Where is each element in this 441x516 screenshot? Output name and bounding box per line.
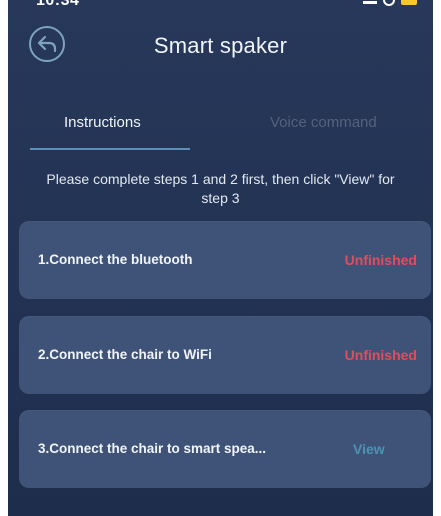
page-title: Smart spaker	[153, 33, 288, 58]
step-card-wifi[interactable]: 2.Connect the chair to WiFi Unfinished	[19, 316, 431, 394]
tab-bar: Instructions Voice command	[8, 104, 433, 152]
step-label: 3.Connect the chair to smart spea...	[38, 441, 267, 456]
step-label: 1.Connect the bluetooth	[38, 252, 193, 267]
step-status-unfinished: Unfinished	[344, 347, 417, 363]
status-icons	[363, 0, 417, 6]
smart-speaker-screen: 10:34 Smart spaker Instructions Voice co…	[8, 0, 433, 516]
status-bar: 10:34	[8, 0, 433, 10]
step-status-unfinished: Unfinished	[344, 252, 417, 268]
wifi-icon	[383, 0, 395, 6]
tab-voice-command[interactable]: Voice command	[270, 114, 377, 131]
instruction-hint: Please complete steps 1 and 2 first, the…	[46, 171, 395, 206]
tab-instructions[interactable]: Instructions	[64, 114, 141, 131]
header: Smart spaker	[8, 18, 433, 74]
status-time: 10:34	[36, 0, 80, 9]
signal-icon	[363, 0, 377, 4]
battery-icon	[401, 0, 417, 5]
active-tab-indicator	[30, 148, 190, 150]
step-label: 2.Connect the chair to WiFi	[38, 347, 212, 362]
view-button[interactable]: View	[353, 441, 385, 457]
step-card-smart-speaker[interactable]: 3.Connect the chair to smart spea... Vie…	[19, 410, 431, 488]
step-card-bluetooth[interactable]: 1.Connect the bluetooth Unfinished	[19, 221, 431, 299]
